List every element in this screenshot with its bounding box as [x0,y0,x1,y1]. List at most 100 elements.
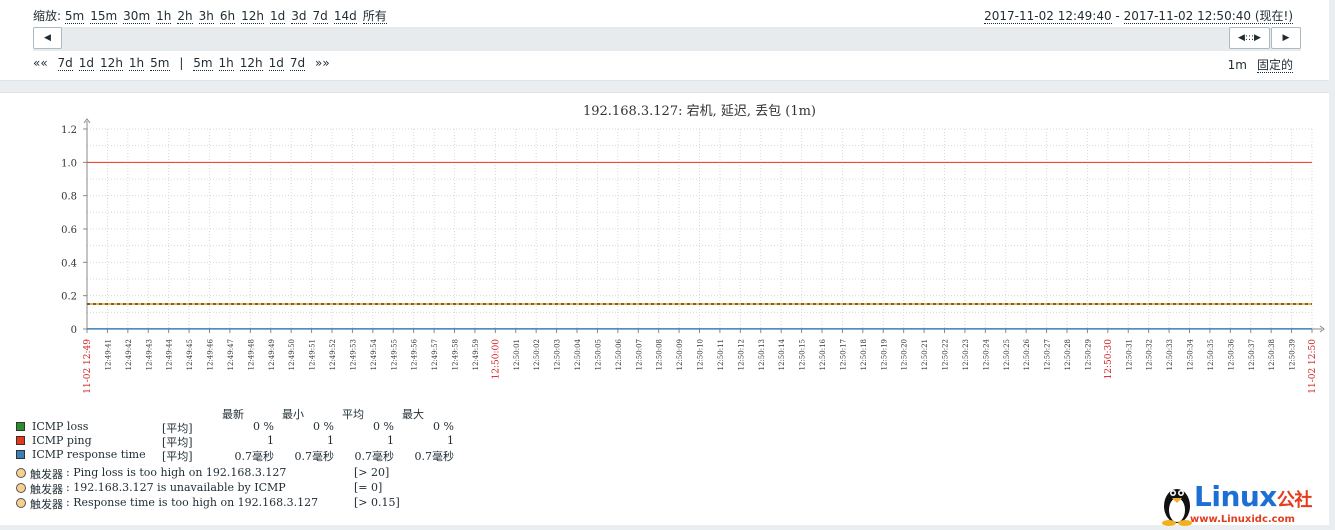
legend-value-last: 1 [267,434,274,447]
trigger-condition: [> 0.15] [354,496,400,509]
watermark-brand: Linux公社 [1194,480,1312,513]
legend-item: ICMP ping [平均] 1 1 1 1 [16,434,456,449]
x-tick-label: 12:50:35 [1207,339,1215,370]
x-tick-label: 12:50:03 [554,339,562,370]
nav-back-1[interactable]: 1d [78,56,95,71]
zoom-option-3[interactable]: 1h [156,9,172,24]
x-tick-label: 12:50:05 [594,339,602,370]
x-tick-label: 12:50:21 [921,339,929,370]
nav-forward-1[interactable]: 1h [218,56,234,71]
zoom-option-6[interactable]: 6h [219,9,236,24]
x-tick-label: 12:49:54 [370,338,378,370]
fixed-toggle-link[interactable]: 固定的 [1256,58,1293,73]
x-tick-label: 12:49:50 [288,339,296,370]
x-tick-label: 12:50:30 [1104,339,1114,380]
zoom-option-7[interactable]: 12h [241,9,265,24]
legend-value-max: 0 % [433,420,454,433]
x-tick-label: 12:50:13 [758,339,766,370]
watermark-url: www.Linuxidc.com [1190,514,1295,525]
nav-back-4[interactable]: 5m [150,56,170,71]
x-tick-label: 12:50:00 [491,339,501,380]
zoom-option-0[interactable]: 5m [64,9,85,24]
x-tick-label: 12:50:23 [962,339,970,370]
trigger-prefix: 触发器 [30,483,63,496]
trigger-prefix: 触发器 [30,468,63,481]
fixed-controls: 1m 固定的 [1228,56,1293,73]
y-tick-label: 0.4 [61,258,77,269]
x-tick-label: 12:50:31 [1125,339,1133,370]
y-tick-label: 0.8 [61,192,77,203]
x-tick-label: 12:49:59 [472,339,480,370]
zoom-option-8[interactable]: 1d [270,9,286,24]
scroll-handle[interactable]: ◀:::▶ [1229,27,1270,49]
time-scrollbar[interactable]: ◀ ◀:::▶ ▶ [33,27,1301,51]
x-tick-label: 12:50:24 [982,338,990,370]
x-tick-label: 12:50:14 [778,338,786,370]
x-tick-label: 12:50:04 [574,338,582,370]
trigger-icon [16,498,26,508]
scroll-left-button[interactable]: ◀ [33,27,62,49]
nav-forward-0[interactable]: 5m [193,56,213,71]
zoom-option-5[interactable]: 3h [198,9,214,24]
zoom-option-4[interactable]: 2h [177,9,193,24]
x-tick-label: 12:50:37 [1248,339,1256,370]
period-display: 2017-11-02 12:49:40 - 2017-11-02 12:50:4… [984,7,1293,24]
x-tick-label: 12:50:02 [533,339,541,370]
legend-value-avg: 1 [387,434,394,447]
back-marker: «« [33,56,48,70]
x-tick-label: 12:50:34 [1187,338,1195,370]
zoom-option-10[interactable]: 7d [312,9,328,24]
nav-forward-3[interactable]: 1d [268,56,284,71]
legend-value-max: 1 [447,434,454,447]
x-tick-label: 12:49:51 [309,339,317,370]
x-tick-label: 12:50:22 [942,339,950,370]
nav-back-0[interactable]: 7d [57,56,73,71]
x-tick-label: 12:50:20 [901,339,909,370]
penguin-icon [1162,489,1192,526]
legend-color-swatch [16,422,25,431]
x-tick-label: 12:49:49 [268,339,276,370]
legend-color-swatch [16,450,25,459]
period-navigation: «« 7d 1d 12h 1h 5m | 5m 1h 12h 1d 7d »» [33,56,330,71]
zoom-option-9[interactable]: 3d [291,9,307,24]
x-tick-label: 12:50:33 [1166,339,1174,370]
period-from-link[interactable]: 2017-11-02 12:49:40 [984,9,1112,24]
linuxidc-watermark: Linux公社 www.Linuxidc.com [1160,478,1332,528]
nav-forward-4[interactable]: 7d [289,56,306,71]
trigger-text: : Response time is too high on 192.168.3… [66,496,319,509]
x-tick-label: 12:50:36 [1227,338,1235,370]
x-tick-label: 12:49:58 [452,339,460,370]
y-tick-label: 0.2 [61,292,77,303]
x-tick-label: 12:49:41 [104,339,112,370]
y-tick-label: 1.2 [61,125,77,136]
nav-back-2[interactable]: 12h [100,56,123,71]
zoom-option-11[interactable]: 14d [333,9,357,24]
x-tick-label: 12:50:12 [737,339,745,370]
x-tick-label: 12:50:18 [860,339,868,370]
trigger-icon [16,483,26,493]
forward-marker: »» [315,56,330,70]
period-to-link[interactable]: 2017-11-02 12:50:40 (现在!) [1123,9,1293,24]
chart-title: 192.168.3.127: 宕机, 延迟, 丢包 (1m) [583,104,816,119]
zoom-bar: 缩放: 5m 15m 30m 1h 2h 3h 6h 12h 1d 3d 7d 14d 所有 [33,7,393,24]
x-tick-label: 12:50:29 [1084,339,1092,370]
zoom-option-1[interactable]: 15m [90,9,118,24]
scroll-right-button[interactable]: ▶ [1271,27,1301,49]
nav-back-3[interactable]: 1h [128,56,145,71]
x-tick-label: 12:49:44 [166,338,174,370]
legend-value-last: 0.7毫秒 [234,450,275,463]
nav-forward-2[interactable]: 12h [239,56,263,71]
legend-value-min: 0.7毫秒 [294,450,335,463]
trigger-condition: [> 20] [354,466,390,479]
trigger-prefix: 触发器 [30,498,63,511]
zoom-option-12[interactable]: 所有 [362,9,387,24]
x-tick-label: 12:49:48 [247,339,255,370]
x-tick-label: 12:50:17 [839,339,847,370]
zoom-option-2[interactable]: 30m [123,9,151,24]
step-label: 1m [1227,58,1247,72]
x-tick-label: 12:50:39 [1289,339,1297,370]
x-tick-label: 12:49:45 [186,339,194,370]
drag-handle-icon: ◀:::▶ [1238,33,1261,43]
trigger-text: : Ping loss is too high on 192.168.3.127 [66,466,287,479]
legend-value-min: 1 [327,434,334,447]
